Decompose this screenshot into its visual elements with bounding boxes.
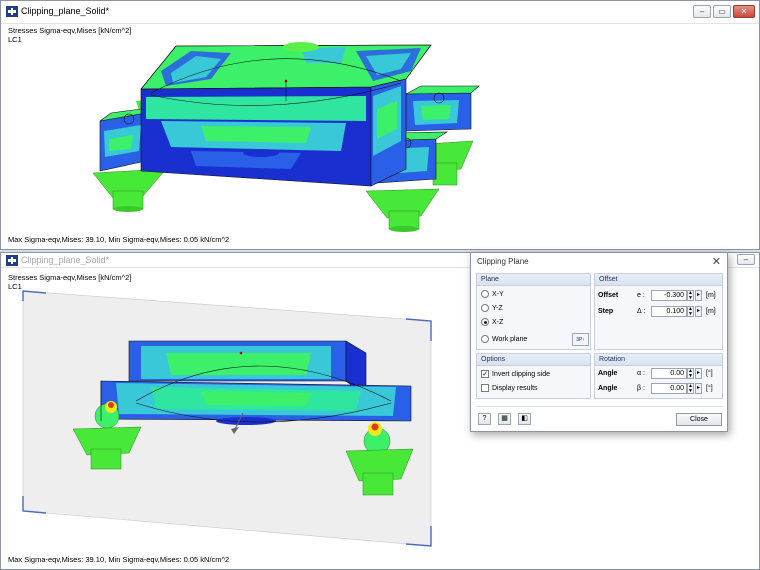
rotation-header: Rotation [595, 354, 722, 366]
clipping-plane-dialog: Clipping Plane ✕ Plane X-Y Y-Z X-Z Work … [470, 252, 728, 432]
offset-header: Offset [595, 274, 722, 286]
offset-group: Offset Offset e : -0.300 ▲ ▼ ▸ [m] Step Δ… [594, 273, 723, 350]
step-unit: [m] [706, 308, 716, 315]
options-header: Options [477, 354, 590, 366]
angle-alpha-label: Angle [598, 370, 618, 377]
offset-symbol: e : [637, 292, 645, 299]
invert-clipping-label: Invert clipping side [492, 370, 550, 378]
offset-unit: [m] [706, 292, 716, 299]
invert-clipping-checkbox-row[interactable]: ✓ Invert clipping side [481, 370, 550, 378]
model-view-3d[interactable] [1, 23, 760, 233]
radio-xz-button[interactable] [481, 318, 489, 326]
alpha-symbol: α : [637, 370, 645, 377]
dialog-title: Clipping Plane [477, 257, 529, 266]
radio-work-plane-label: Work plane [492, 335, 528, 343]
options-group: Options ✓ Invert clipping side Display r… [476, 353, 591, 399]
step-input[interactable]: 0.100 [651, 306, 687, 317]
display-results-label: Display results [492, 384, 538, 392]
alpha-input[interactable]: 0.00 [651, 368, 687, 379]
beta-spinner[interactable]: ▲ ▼ [687, 383, 694, 394]
plane-header: Plane [477, 274, 590, 286]
window-title: Clipping_plane_Solid* [21, 6, 110, 16]
dialog-divider [476, 406, 723, 407]
status-line: Max Sigma-eqv,Mises: 39.10, Min Sigma-eq… [8, 235, 230, 244]
top-titlebar[interactable]: Clipping_plane_Solid* – ▭ ✕ [1, 1, 759, 24]
display-results-checkbox[interactable] [481, 384, 489, 392]
beta-input[interactable]: 0.00 [651, 383, 687, 394]
dialog-titlebar[interactable]: Clipping Plane ✕ [471, 253, 727, 270]
close-button[interactable]: Close [676, 413, 722, 426]
window-title: Clipping_plane_Solid* [21, 255, 110, 265]
step-spinner[interactable]: ▲ ▼ [687, 306, 694, 317]
minimize-button[interactable]: – [693, 5, 711, 18]
arm-right-back [405, 85, 480, 132]
top-window: Clipping_plane_Solid* – ▭ ✕ Stresses Sig… [0, 0, 760, 250]
radio-xy-button[interactable] [481, 290, 489, 298]
radio-work-plane[interactable]: Work plane [481, 335, 527, 343]
alpha-unit: [°] [706, 370, 713, 377]
radio-yz[interactable]: Y-Z [481, 304, 503, 312]
maximize-button[interactable]: ▭ [713, 5, 731, 18]
app-icon [6, 255, 18, 266]
dialog-close-icon[interactable]: ✕ [712, 255, 721, 268]
radio-yz-label: Y-Z [492, 304, 503, 312]
radio-xy[interactable]: X-Y [481, 290, 504, 298]
offset-spinner[interactable]: ▲ ▼ [687, 290, 694, 301]
radio-work-plane-button[interactable] [481, 335, 489, 343]
angle-beta-label: Angle [598, 385, 618, 392]
help-icon[interactable]: ? [478, 413, 491, 425]
values-icon[interactable]: ▦ [498, 413, 511, 425]
beta-unit: [°] [706, 385, 713, 392]
offset-input[interactable]: -0.300 [651, 290, 687, 301]
offset-arrow-button[interactable]: ▸ [695, 290, 702, 301]
display-results-checkbox-row[interactable]: Display results [481, 384, 538, 392]
radio-xz[interactable]: X-Z [481, 318, 503, 326]
radio-xy-label: X-Y [492, 290, 504, 298]
support-front-right [365, 188, 440, 232]
invert-clipping-checkbox[interactable]: ✓ [481, 370, 489, 378]
beta-arrow-button[interactable]: ▸ [695, 383, 702, 394]
alpha-spinner[interactable]: ▲ ▼ [687, 368, 694, 379]
offset-label: Offset [598, 292, 619, 299]
step-label: Step [598, 308, 614, 315]
status-line: Max Sigma-eqv,Mises: 39.10, Min Sigma-eq… [8, 555, 230, 564]
support-front-left [92, 168, 167, 212]
alpha-arrow-button[interactable]: ▸ [695, 368, 702, 379]
view-icon[interactable]: ◧ [518, 413, 531, 425]
app-icon [6, 6, 18, 17]
main-plate [140, 42, 432, 187]
select-work-plane-button[interactable]: 3P↑ [572, 333, 589, 346]
rotation-group: Rotation Angle α : 0.00 ▲ ▼ ▸ [°] Angle β… [594, 353, 723, 399]
step-symbol: Δ : [637, 308, 646, 315]
minimize-button[interactable]: – [737, 254, 755, 265]
close-window-button[interactable]: ✕ [733, 5, 755, 18]
radio-xz-label: X-Z [492, 318, 504, 326]
beta-symbol: β : [637, 385, 645, 392]
step-arrow-button[interactable]: ▸ [695, 306, 702, 317]
radio-yz-button[interactable] [481, 304, 489, 312]
